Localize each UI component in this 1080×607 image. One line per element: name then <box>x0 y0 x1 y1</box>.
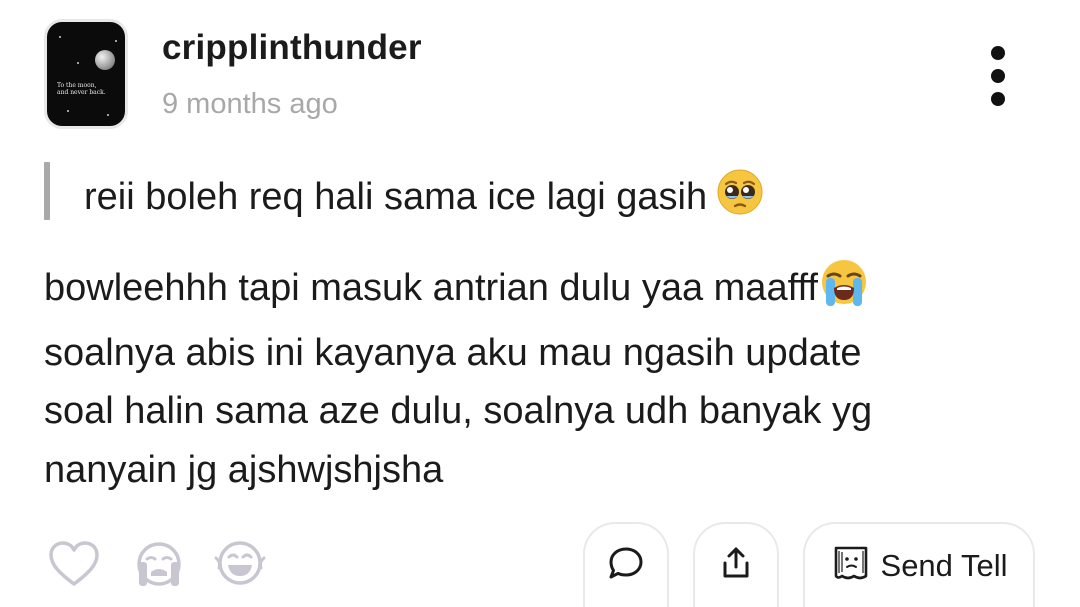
quote-bar <box>44 162 50 220</box>
username[interactable]: cripplinthunder <box>162 28 422 68</box>
avatar-caption: To the moon, and never back. <box>57 82 106 96</box>
more-options-button[interactable] <box>982 42 1014 110</box>
avatar-star <box>115 40 117 42</box>
more-dot-icon <box>991 92 1005 106</box>
answer-line: soalnya abis ini kayanya aku mau ngasih … <box>44 331 862 374</box>
question-text-content: reii boleh req hali sama ice lagi gasih <box>84 176 708 218</box>
comment-icon <box>607 545 645 586</box>
timestamp: 9 months ago <box>162 88 338 120</box>
avatar[interactable]: To the moon, and never back. <box>44 19 128 129</box>
send-tell-button[interactable]: Send Tell <box>803 522 1035 607</box>
share-icon <box>719 545 753 586</box>
answer-line: nanyain jg ajshwjshjsha <box>44 448 444 491</box>
loudly-crying-face-icon <box>820 258 868 324</box>
moon-icon <box>95 50 115 70</box>
answer-text: bowleehhh tapi masuk antrian dulu yaa ma… <box>44 258 1034 499</box>
avatar-star <box>67 110 69 112</box>
heart-icon[interactable] <box>48 540 100 593</box>
laughing-reaction-icon[interactable] <box>214 540 266 591</box>
more-dot-icon <box>991 69 1005 83</box>
pleading-face-icon <box>717 169 763 225</box>
answer-line: soal halin sama aze dulu, soalnya udh ba… <box>44 390 873 432</box>
tell-icon <box>831 543 871 588</box>
crying-reaction-icon[interactable] <box>134 540 184 593</box>
question-text: reii boleh req hali sama ice lagi gasih <box>84 169 763 225</box>
send-tell-label: Send Tell <box>880 547 1008 583</box>
more-dot-icon <box>991 46 1005 60</box>
answer-line: bowleehhh tapi masuk antrian dulu yaa ma… <box>44 258 1034 324</box>
avatar-star <box>59 36 61 38</box>
answer-line-text: bowleehhh tapi masuk antrian dulu yaa ma… <box>44 267 818 309</box>
avatar-star <box>107 114 109 116</box>
comment-button[interactable] <box>583 522 669 607</box>
avatar-star <box>77 62 79 64</box>
share-button[interactable] <box>693 522 779 607</box>
